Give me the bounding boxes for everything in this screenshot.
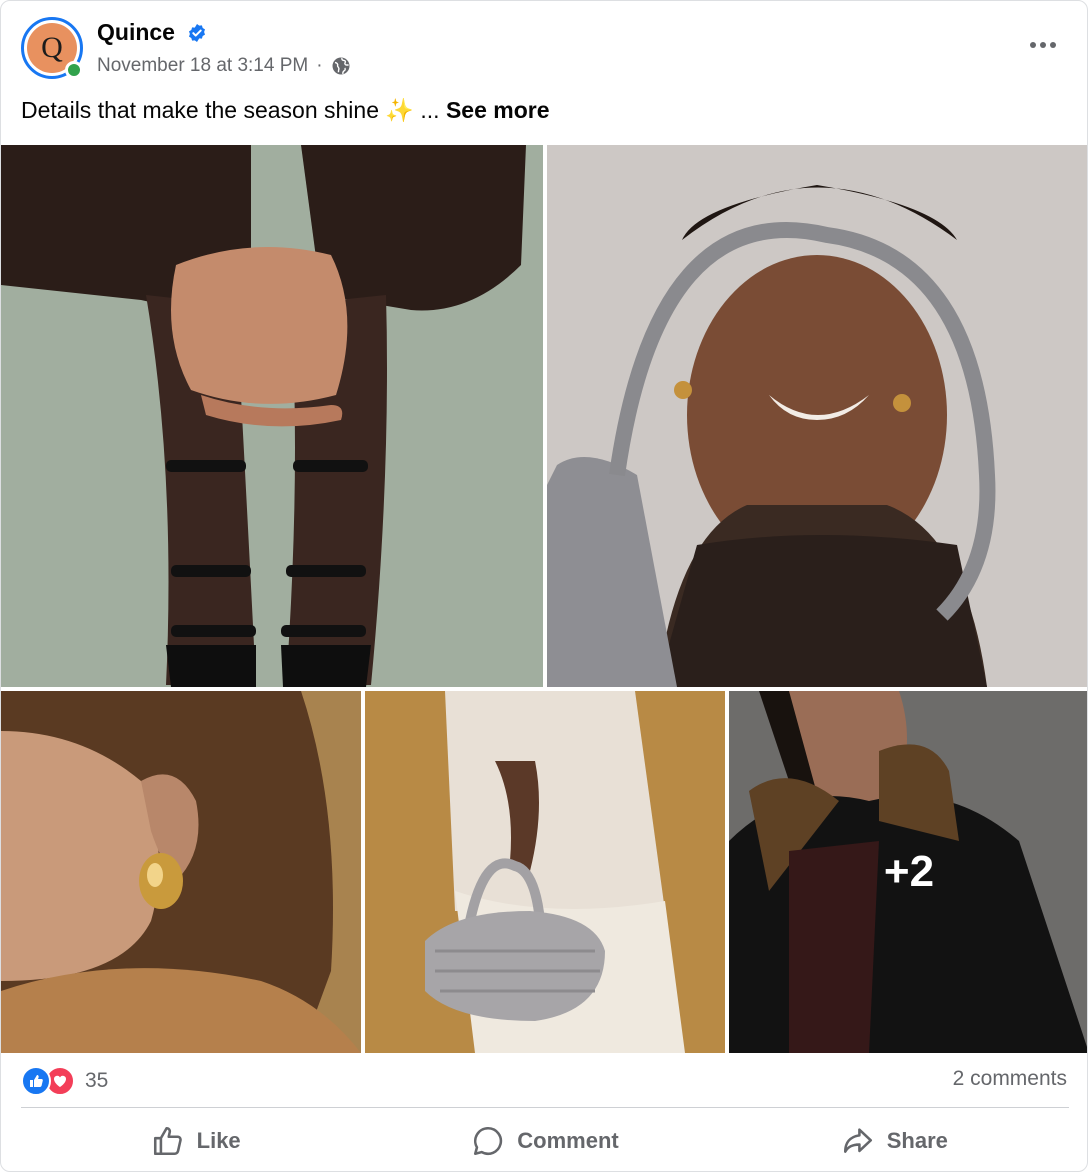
actions-divider: [21, 1107, 1069, 1108]
post-actions: Like Comment Share: [21, 1113, 1069, 1169]
verified-badge-icon: [189, 24, 205, 42]
comments-count-link[interactable]: 2 comments: [953, 1067, 1067, 1091]
like-reaction-icon: [21, 1066, 51, 1096]
meta-separator: ·: [316, 55, 323, 76]
share-label: Share: [886, 1128, 948, 1153]
facebook-post: Q Quince November 18 at 3:14 PM · Detail…: [0, 0, 1088, 1172]
more-options-button[interactable]: [1023, 31, 1063, 59]
like-button[interactable]: Like: [21, 1113, 370, 1169]
photo-hands-rings[interactable]: [1, 145, 543, 687]
post-header: Q Quince November 18 at 3:14 PM ·: [1, 1, 1087, 93]
caption-text: Details that make the season shine ✨ ...: [21, 97, 440, 123]
reactions-summary[interactable]: 35: [21, 1065, 108, 1097]
online-status-dot: [65, 61, 83, 79]
post-meta: November 18 at 3:14 PM ·: [97, 55, 351, 77]
post-timestamp[interactable]: November 18 at 3:14 PM: [97, 55, 308, 77]
photo-woven-handbag[interactable]: [365, 691, 725, 1053]
photo-man-leather-jacket[interactable]: +2: [729, 691, 1087, 1053]
more-photos-count: +2: [883, 847, 935, 896]
share-button[interactable]: Share: [720, 1113, 1069, 1169]
see-more-link[interactable]: See more: [446, 97, 550, 123]
photo-gold-earring[interactable]: [1, 691, 361, 1053]
page-name[interactable]: Quince: [97, 19, 175, 46]
reaction-count: 35: [85, 1069, 109, 1092]
comment-button[interactable]: Comment: [370, 1113, 719, 1169]
avatar-letter: Q: [41, 31, 63, 64]
photo-smiling-woman-bag[interactable]: [547, 145, 1087, 687]
comment-bubble-icon: [474, 1126, 503, 1156]
globe-icon: [332, 57, 350, 75]
page-avatar[interactable]: Q: [21, 17, 83, 79]
post-caption: Details that make the season shine ✨ ...…: [21, 97, 550, 124]
thumbs-up-icon: [153, 1126, 182, 1156]
photo-grid: +2: [1, 145, 1087, 1053]
comment-label: Comment: [517, 1128, 619, 1153]
share-arrow-icon: [843, 1128, 872, 1153]
more-photos-overlay[interactable]: +2: [729, 691, 1087, 1053]
like-label: Like: [196, 1128, 241, 1153]
